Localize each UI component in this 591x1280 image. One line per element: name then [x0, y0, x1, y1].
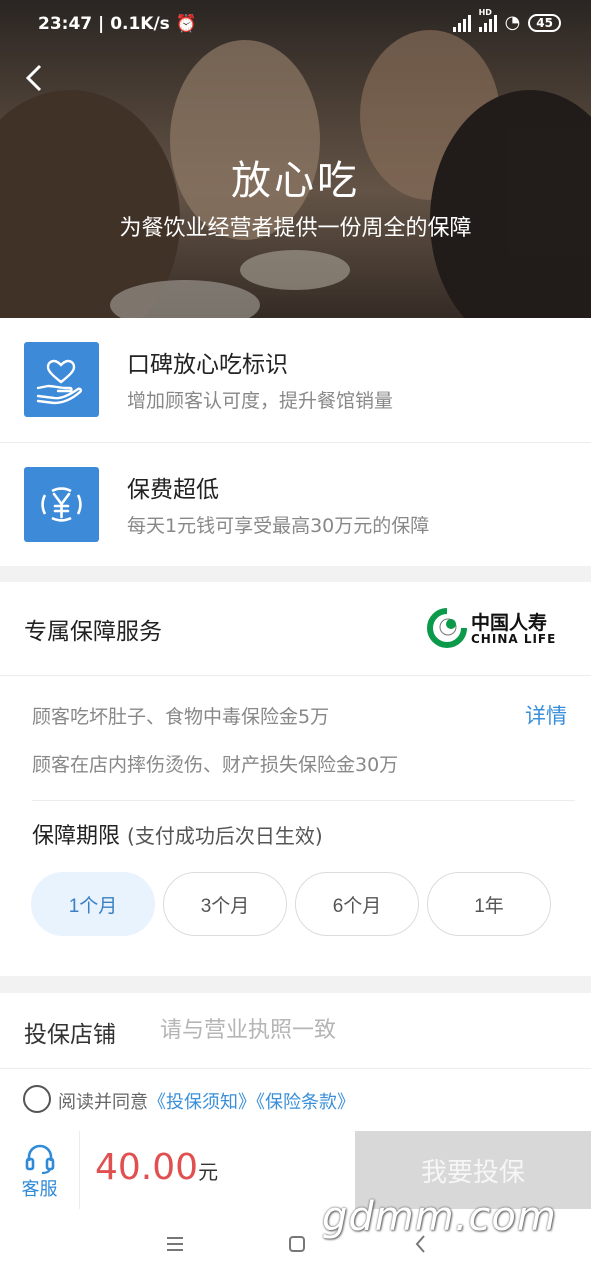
wifi-icon: ◔: [504, 12, 521, 33]
home-square-icon[interactable]: [286, 1233, 308, 1255]
heart-hand-icon: [24, 342, 99, 417]
period-heading: 保障期限 (支付成功后次日生效): [32, 818, 323, 850]
price-display: 40.00元: [95, 1147, 218, 1188]
yen-coin-icon: [24, 467, 99, 542]
hero-subtitle: 为餐饮业经营者提供一份周全的保障: [119, 216, 472, 241]
features-section: 口碑放心吃标识 增加顾客认可度，提升餐馆销量 保费超低 每天1元钱可享受最高30…: [0, 318, 591, 566]
insurance-notice-link[interactable]: 《投保须知》: [148, 1092, 256, 1113]
status-indicators: HD ◔ 45: [452, 8, 561, 33]
agreement-row: 阅读并同意《投保须知》《保险条款》: [0, 1069, 591, 1131]
signal-icon: [452, 14, 471, 32]
feature-item: 口碑放心吃标识 增加顾客认可度，提升餐馆销量: [0, 318, 591, 442]
logo-english-text: CHINA LIFE: [471, 632, 557, 646]
insurance-terms-link[interactable]: 《保险条款》: [256, 1092, 355, 1113]
logo-chinese-text: 中国人寿: [471, 612, 548, 634]
hero-title: 放心吃: [231, 158, 360, 204]
service-section: 专属保障服务 中国人寿 CHINA LIFE 顾客吃坏肚子、食物中毒保险金5万 …: [0, 582, 591, 976]
shop-field-row: 投保店铺: [0, 993, 591, 1069]
shop-name-input[interactable]: [160, 1007, 560, 1053]
service-header: 专属保障服务 中国人寿 CHINA LIFE: [0, 582, 591, 676]
menu-icon[interactable]: [164, 1233, 186, 1255]
period-options: 1个月 3个月 6个月 1年: [31, 872, 551, 936]
period-option-6-months[interactable]: 6个月: [295, 872, 419, 936]
hero-banner: 23:47 | 0.1K/s ⏰ HD ◔ 45 放心吃 为餐饮业经营者提供一份…: [0, 0, 591, 318]
customer-service-button[interactable]: 客服: [0, 1131, 80, 1209]
chevron-left-icon: [25, 64, 42, 92]
status-bar: 23:47 | 0.1K/s ⏰ HD ◔ 45: [0, 0, 591, 52]
status-time: 23:47 | 0.1K/s ⏰: [38, 14, 197, 34]
feature-title: 保费超低: [127, 477, 219, 503]
watermark: gdmm.com: [322, 1194, 557, 1240]
agree-checkbox[interactable]: [23, 1085, 51, 1113]
china-life-logo: 中国人寿 CHINA LIFE: [427, 608, 567, 648]
period-option-1-month[interactable]: 1个月: [31, 872, 155, 936]
customer-service-label: 客服: [21, 1179, 58, 1200]
feature-description: 增加顾客认可度，提升餐馆销量: [127, 390, 394, 412]
battery-icon: 45: [528, 13, 561, 32]
alarm-icon: ⏰: [175, 14, 197, 34]
price-unit: 元: [198, 1160, 219, 1184]
period-note: (支付成功后次日生效): [127, 824, 323, 848]
feature-title: 口碑放心吃标识: [127, 352, 288, 378]
feature-item: 保费超低 每天1元钱可享受最高30万元的保障: [0, 442, 591, 566]
status-speed: 0.1K/s: [110, 14, 170, 34]
details-link[interactable]: 详情: [525, 700, 567, 730]
service-title: 专属保障服务: [24, 619, 162, 645]
headset-icon: [25, 1144, 55, 1175]
coverage-item: 顾客吃坏肚子、食物中毒保险金5万: [32, 706, 330, 728]
signal-hd-group: HD: [478, 8, 497, 32]
agreement-text: 阅读并同意《投保须知》《保险条款》: [58, 1088, 355, 1114]
divider: [32, 800, 575, 801]
period-option-1-year[interactable]: 1年: [427, 872, 551, 936]
status-clock: 23:47: [38, 14, 93, 34]
period-option-3-months[interactable]: 3个月: [163, 872, 287, 936]
period-label: 保障期限: [32, 824, 121, 849]
coverage-item: 顾客在店内摔伤烫伤、财产损失保险金30万: [32, 754, 399, 776]
agreement-prefix: 阅读并同意: [58, 1092, 148, 1113]
status-separator: |: [98, 14, 111, 34]
hd-label: HD: [478, 7, 492, 17]
price-amount: 40.00: [95, 1147, 199, 1188]
back-button[interactable]: [20, 60, 50, 96]
china-life-logo-icon: [427, 608, 467, 648]
feature-description: 每天1元钱可享受最高30万元的保障: [127, 515, 430, 537]
shop-label: 投保店铺: [24, 1022, 116, 1048]
